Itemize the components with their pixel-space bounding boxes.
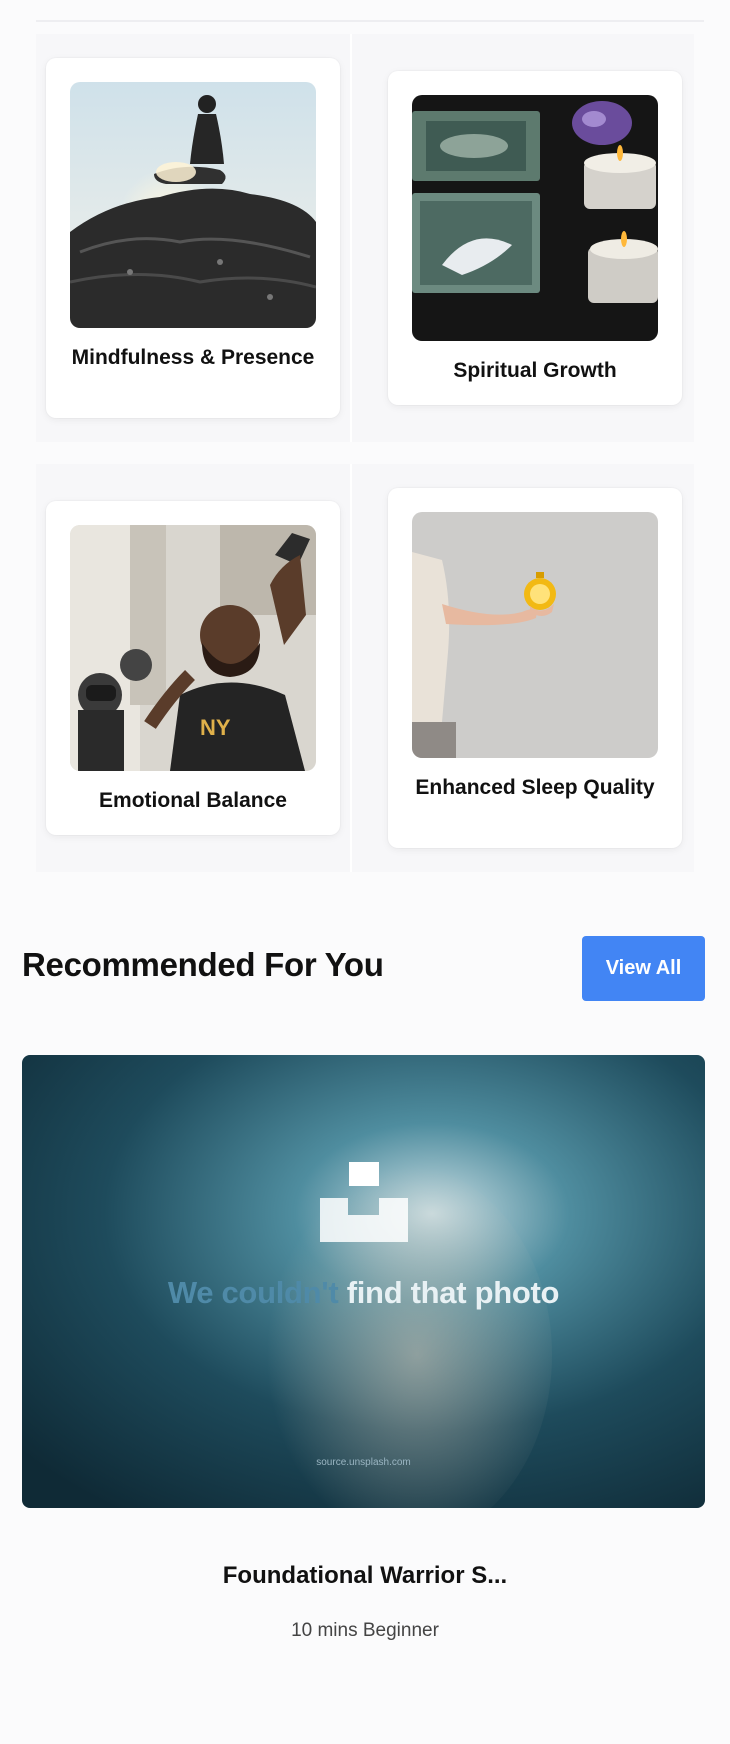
svg-text:NY: NY (200, 715, 231, 740)
category-card-emotional-balance[interactable]: NY Emotional Balance (46, 501, 340, 835)
category-row-1: Mindfulness & Presence Spiritual Growth (36, 34, 694, 442)
category-card-enhanced-sleep[interactable]: Enhanced Sleep Quality (388, 488, 682, 848)
category-image-meditation (70, 82, 316, 328)
photo-not-found-message: We couldn't find that photo (22, 1275, 705, 1311)
top-divider (36, 20, 704, 22)
recommended-item-meta: 10 mins Beginner (291, 1620, 439, 1641)
message-part-1: We couldn't (167, 1275, 339, 1310)
category-card-spiritual-growth[interactable]: Spiritual Growth (388, 71, 682, 405)
category-row-2: NY Emotional Balance Enhanced Sleep Qual… (36, 464, 694, 872)
image-source: source.unsplash.com (316, 1457, 411, 1468)
category-image-hand-clock (412, 512, 658, 758)
category-label: Mindfulness & Presence (71, 346, 315, 369)
column-divider (350, 34, 352, 442)
category-label: Spiritual Growth (453, 359, 617, 382)
category-card-mindfulness[interactable]: Mindfulness & Presence (46, 58, 340, 418)
message-part-2: find that photo (346, 1275, 560, 1310)
column-divider (350, 464, 352, 872)
category-label: Enhanced Sleep Quality (415, 776, 655, 799)
recommended-card-image[interactable]: We couldn't find that photo source.unspl… (22, 1055, 705, 1508)
section-title: Recommended For You (22, 946, 384, 983)
category-image-tarot-candles (412, 95, 658, 341)
category-image-crowd: NY (70, 525, 316, 771)
category-label: Emotional Balance (99, 789, 287, 812)
recommended-item-title[interactable]: Foundational Warrior S... (0, 1562, 730, 1590)
view-all-button[interactable]: View All (582, 936, 705, 1001)
